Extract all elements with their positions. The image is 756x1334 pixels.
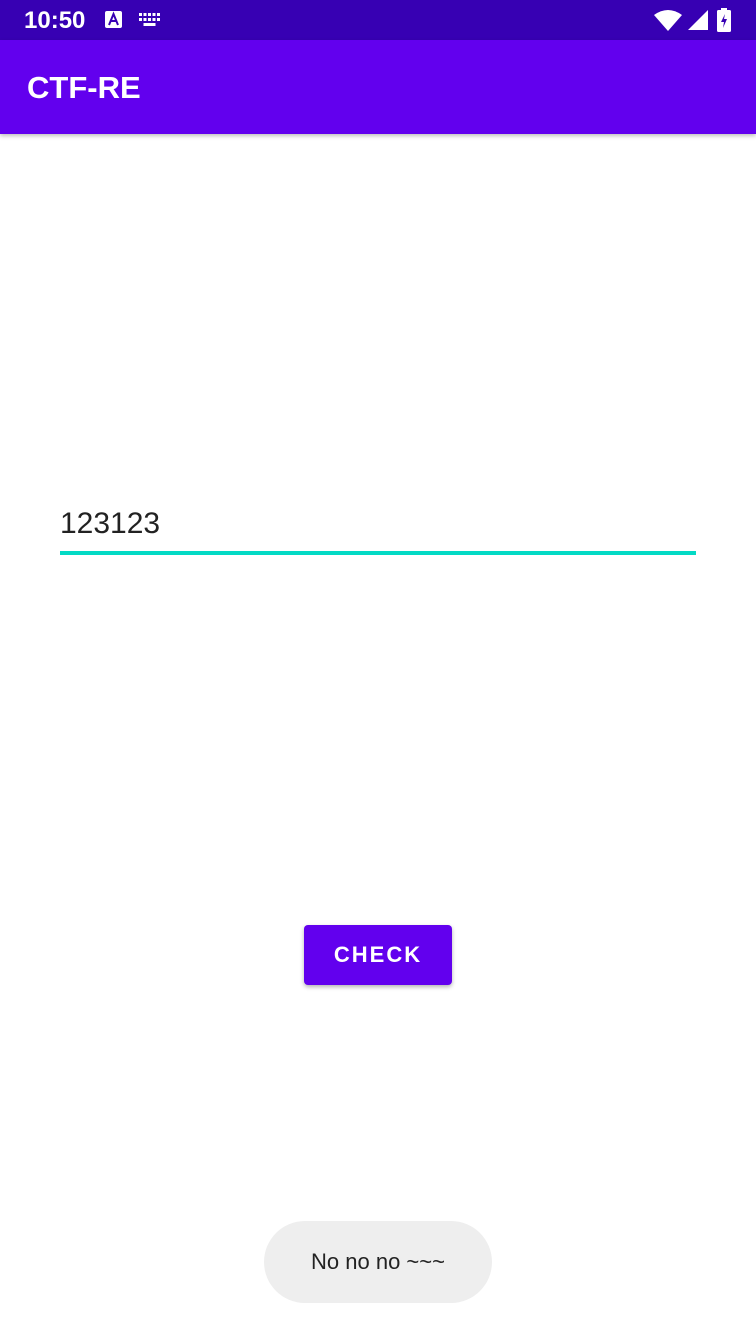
- flag-input-value[interactable]: 123123: [60, 506, 160, 542]
- status-bar: 10:50: [0, 0, 756, 40]
- battery-icon: [717, 8, 731, 32]
- status-time: 10:50: [24, 7, 86, 34]
- keyboard-icon: [139, 13, 160, 26]
- flag-input[interactable]: 123123: [60, 500, 696, 556]
- toast-message: No no no ~~~: [264, 1221, 492, 1303]
- input-underline: [60, 551, 696, 555]
- signal-icon: [688, 10, 708, 30]
- accessibility-a-icon: [105, 11, 122, 28]
- wifi-icon: [654, 10, 682, 31]
- app-bar: CTF-RE: [0, 40, 756, 134]
- check-button[interactable]: CHECK: [304, 925, 452, 985]
- app-title: CTF-RE: [27, 70, 141, 105]
